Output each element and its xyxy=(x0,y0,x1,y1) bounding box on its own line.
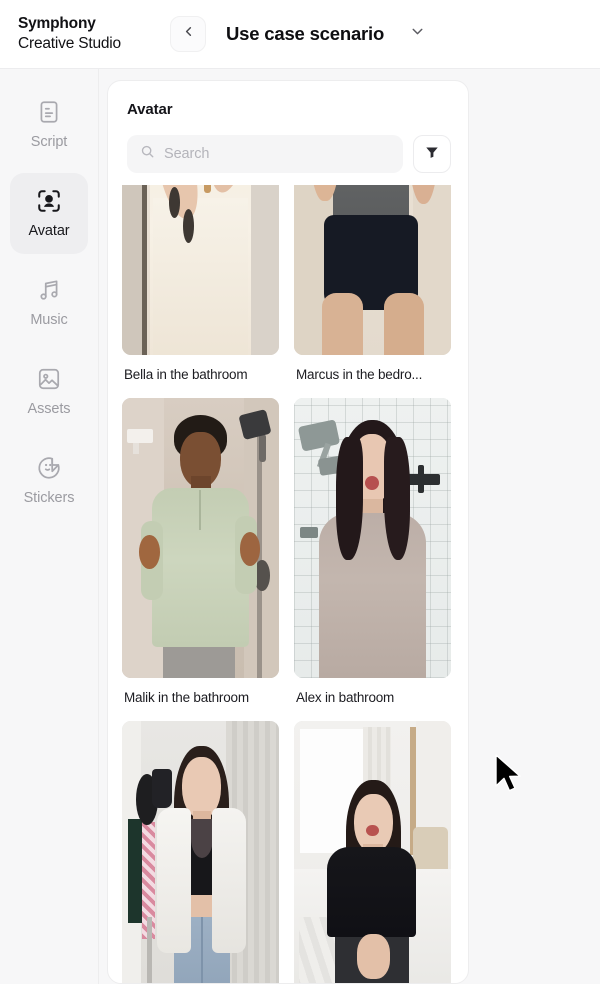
search-placeholder: Search xyxy=(164,146,210,162)
avatar-card-label: Malik in the bathroom xyxy=(124,690,249,705)
avatar-thumbnail[interactable] xyxy=(122,398,279,678)
scenario-dropdown-button[interactable] xyxy=(409,23,426,45)
search-row: Search xyxy=(108,118,468,173)
mouse-pointer-icon xyxy=(492,752,526,796)
avatar-preview-image xyxy=(122,721,279,983)
avatar-preview-image xyxy=(122,398,279,678)
avatar-preview-image xyxy=(294,185,451,355)
avatar-thumbnail[interactable] xyxy=(122,185,279,355)
avatar-thumbnail[interactable] xyxy=(122,721,279,983)
avatar-card-label: Alex in bathroom xyxy=(296,690,395,705)
sidebar-item-music[interactable]: Music xyxy=(10,262,88,343)
sidebar-item-label: Stickers xyxy=(23,490,75,506)
app-header: Symphony Creative Studio Use case scenar… xyxy=(0,0,600,69)
sidebar-item-assets[interactable]: Assets xyxy=(10,351,88,432)
sidebar-item-script[interactable]: Script xyxy=(10,84,88,165)
avatar-card[interactable]: Bella in the bathroom xyxy=(122,185,279,398)
avatar-card[interactable]: Alex in bedroom xyxy=(294,721,451,983)
music-icon xyxy=(36,277,62,303)
avatar-card-label: Marcus in the bedro... xyxy=(296,367,423,382)
avatar-card[interactable]: Alex in cloakroom xyxy=(122,721,279,983)
avatar-preview-image xyxy=(294,721,451,983)
avatar-panel: Avatar Search Bella in the bathroom Marc… xyxy=(107,80,469,984)
search-input[interactable]: Search xyxy=(127,135,403,173)
avatar-preview-image xyxy=(294,398,451,678)
app-root: Symphony Creative Studio Use case scenar… xyxy=(0,0,600,984)
sidebar-item-stickers[interactable]: Stickers xyxy=(10,440,88,521)
avatar-thumbnail[interactable] xyxy=(294,398,451,678)
brand-line-1: Symphony xyxy=(18,15,96,33)
sidebar-item-label: Music xyxy=(30,312,68,328)
avatar-grid-scroll-area[interactable]: Bella in the bathroom Marcus in the bedr… xyxy=(108,185,468,983)
avatar-card[interactable]: Alex in bathroom xyxy=(294,398,451,721)
chevron-left-icon xyxy=(181,24,196,44)
search-icon xyxy=(140,144,155,164)
assets-icon xyxy=(36,366,62,392)
avatar-icon xyxy=(36,188,62,214)
sidebar-item-label: Assets xyxy=(27,401,71,417)
panel-title: Avatar xyxy=(127,101,173,118)
filter-funnel-icon xyxy=(424,144,440,165)
stickers-icon xyxy=(36,455,62,481)
brand-line-2: Creative Studio xyxy=(18,35,121,52)
page-title: Use case scenario xyxy=(226,23,385,44)
avatar-grid: Bella in the bathroom Marcus in the bedr… xyxy=(108,185,468,983)
filter-button[interactable] xyxy=(413,135,451,173)
sidebar-item-label: Avatar xyxy=(28,223,70,239)
avatar-card[interactable]: Marcus in the bedro... xyxy=(294,185,451,398)
sidebar: Script Avatar Music Assets Stickers xyxy=(0,69,99,984)
script-icon xyxy=(36,99,62,125)
sidebar-item-label: Script xyxy=(30,134,68,150)
avatar-card[interactable]: Malik in the bathroom xyxy=(122,398,279,721)
chevron-down-icon xyxy=(409,23,426,45)
avatar-thumbnail[interactable] xyxy=(294,185,451,355)
avatar-preview-image xyxy=(122,185,279,355)
brand-logo: Symphony Creative Studio xyxy=(0,14,170,54)
avatar-card-label: Bella in the bathroom xyxy=(124,367,248,382)
avatar-thumbnail[interactable] xyxy=(294,721,451,983)
sidebar-item-avatar[interactable]: Avatar xyxy=(10,173,88,254)
back-button[interactable] xyxy=(170,16,206,52)
